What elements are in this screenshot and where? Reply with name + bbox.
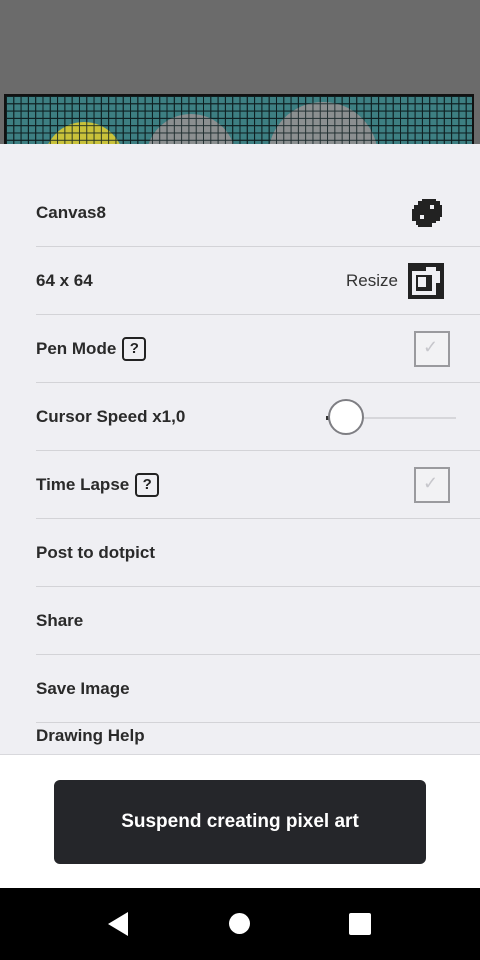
cursor-speed-row: Cursor Speed x1,0 [36, 384, 480, 451]
bottom-action-area: Suspend creating pixel art [0, 755, 480, 888]
canvas-name-row[interactable]: Canvas8 [36, 180, 480, 247]
cursor-speed-slider[interactable] [326, 384, 456, 450]
home-icon[interactable] [229, 913, 250, 934]
slider-knob[interactable] [328, 399, 364, 435]
pen-mode-label: Pen Mode [36, 339, 117, 358]
time-lapse-row[interactable]: Time Lapse ? [36, 452, 480, 519]
share-label: Share [36, 611, 84, 630]
palette-icon[interactable] [410, 197, 444, 229]
system-nav-bar [0, 888, 480, 960]
canvas-size-row: 64 x 64 Resize [36, 248, 480, 315]
post-to-dotpict-row[interactable]: Post to dotpict [36, 520, 480, 587]
settings-sheet: Canvas8 64 x 64 Resize Pen Mode ? ✓ Curs… [0, 144, 480, 755]
resize-icon[interactable] [408, 263, 444, 299]
time-lapse-label: Time Lapse [36, 475, 130, 494]
suspend-button[interactable]: Suspend creating pixel art [54, 780, 426, 864]
canvas-size: 64 x 64 [36, 271, 93, 290]
back-icon[interactable] [108, 912, 128, 936]
partial-menu-label: Drawing Help [36, 725, 145, 745]
share-row[interactable]: Share [36, 588, 480, 655]
canvas-name: Canvas8 [36, 203, 106, 222]
resize-label[interactable]: Resize [346, 271, 398, 291]
partial-menu-row[interactable]: Drawing Help [36, 724, 480, 754]
pen-mode-row[interactable]: Pen Mode ? [36, 316, 480, 383]
save-image-row[interactable]: Save Image [36, 656, 480, 723]
post-to-dotpict-label: Post to dotpict [36, 543, 155, 562]
time-lapse-checkbox[interactable] [414, 467, 450, 503]
save-image-label: Save Image [36, 679, 130, 698]
pen-mode-help-icon[interactable]: ? [122, 337, 147, 361]
recent-apps-icon[interactable] [349, 913, 371, 935]
pen-mode-checkbox[interactable] [414, 331, 450, 367]
cursor-speed-label: Cursor Speed x1,0 [36, 407, 186, 426]
time-lapse-help-icon[interactable]: ? [135, 473, 160, 497]
